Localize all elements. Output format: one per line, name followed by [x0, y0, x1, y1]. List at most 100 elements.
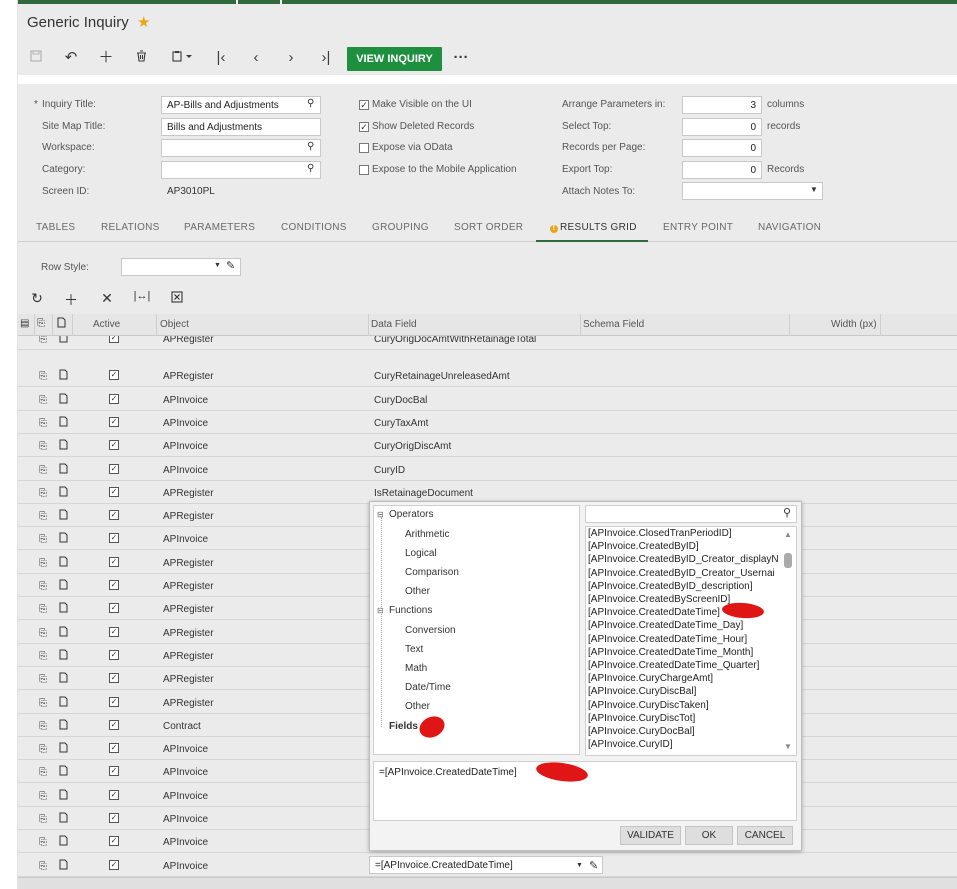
note-icon[interactable]: [59, 369, 68, 383]
export-excel-icon[interactable]: [168, 290, 186, 306]
expose-odata-checkbox[interactable]: [359, 143, 369, 153]
field-list-item[interactable]: [APInvoice.CuryDiscBal]: [588, 686, 696, 697]
export-top-input[interactable]: 0: [682, 161, 762, 179]
clipboard-icon[interactable]: [168, 48, 198, 68]
tree-node-other[interactable]: Other: [405, 586, 430, 597]
data-field-formula-input[interactable]: =[APInvoice.CreatedDateTime]: [369, 856, 603, 874]
row-selector-icon[interactable]: ▤: [20, 318, 29, 329]
previous-record-icon[interactable]: ‹: [245, 48, 267, 68]
table-row[interactable]: ⎘ ✓ APInvoice CuryDocBal: [18, 388, 957, 411]
attachment-icon[interactable]: ⎘: [39, 511, 47, 522]
attachment-icon[interactable]: ⎘: [39, 767, 47, 778]
tree-node-logical[interactable]: Logical: [405, 548, 437, 559]
note-icon[interactable]: [59, 602, 68, 616]
note-icon[interactable]: [59, 789, 68, 803]
active-checkbox[interactable]: ✓: [109, 650, 119, 660]
fit-width-icon[interactable]: |↔|: [133, 290, 151, 302]
active-checkbox[interactable]: ✓: [109, 813, 119, 823]
tab-conditions[interactable]: CONDITIONS: [281, 222, 347, 233]
expose-mobile-checkbox[interactable]: [359, 165, 369, 175]
attachment-icon[interactable]: ⎘: [39, 336, 47, 345]
field-search-input[interactable]: [585, 505, 797, 523]
field-list-item[interactable]: [APInvoice.CreatedDateTime_Day]: [588, 620, 743, 631]
tree-node-comparison[interactable]: Comparison: [405, 567, 459, 578]
active-checkbox[interactable]: ✓: [109, 464, 119, 474]
validate-button[interactable]: VALIDATE: [620, 826, 681, 845]
more-options-icon[interactable]: ···: [450, 48, 472, 68]
make-visible-checkbox[interactable]: ✓: [359, 100, 369, 110]
active-checkbox[interactable]: ✓: [109, 533, 119, 543]
table-row[interactable]: ⎘ ✓ APInvoice =[APInvoice.CreatedDateTime] ▼…: [18, 854, 957, 877]
note-icon[interactable]: [59, 509, 68, 523]
note-icon[interactable]: [59, 556, 68, 570]
field-list-item[interactable]: [APInvoice.CreatedDateTime]: [588, 607, 720, 618]
active-checkbox[interactable]: ✓: [109, 673, 119, 683]
field-list-item[interactable]: [APInvoice.CuryDiscTot]: [588, 713, 695, 724]
tree-node-conversion[interactable]: Conversion: [405, 625, 456, 636]
tree-node-functions[interactable]: Functions: [389, 605, 432, 616]
schema-field-column-header[interactable]: Schema Field: [583, 319, 644, 330]
delete-row-icon[interactable]: ✕: [98, 290, 116, 307]
note-icon[interactable]: [59, 696, 68, 710]
attachment-icon[interactable]: ⎘: [39, 395, 47, 406]
active-checkbox[interactable]: ✓: [109, 440, 119, 450]
table-row[interactable]: ⎘ ✓ APRegister CuryOrigDocAmtWithRetainageT…: [18, 336, 957, 350]
tab-parameters[interactable]: PARAMETERS: [184, 222, 255, 233]
attachment-icon[interactable]: ⎘: [39, 371, 47, 382]
active-checkbox[interactable]: ✓: [109, 743, 119, 753]
attachment-icon[interactable]: ⎘: [39, 698, 47, 709]
save-icon[interactable]: [25, 48, 47, 68]
note-icon[interactable]: [59, 672, 68, 686]
tab-grouping[interactable]: GROUPING: [372, 222, 429, 233]
field-list-item[interactable]: [APInvoice.CreatedByID_description]: [588, 581, 753, 592]
search-icon[interactable]: ⚲: [783, 506, 791, 519]
note-icon[interactable]: [59, 439, 68, 453]
chevron-down-icon[interactable]: ▼: [576, 862, 583, 869]
note-icon[interactable]: [59, 532, 68, 546]
attachment-icon[interactable]: ⎘: [39, 465, 47, 476]
field-list-item[interactable]: [APInvoice.CreatedByScreenID]: [588, 594, 730, 605]
row-style-select[interactable]: [121, 258, 241, 276]
field-list-item[interactable]: [APInvoice.CreatedDateTime_Month]: [588, 647, 753, 658]
add-row-icon[interactable]: ＋: [62, 290, 80, 310]
active-checkbox[interactable]: ✓: [109, 557, 119, 567]
field-list-item[interactable]: [APInvoice.CuryDocBal]: [588, 726, 695, 737]
active-checkbox[interactable]: ✓: [109, 370, 119, 380]
show-deleted-checkbox[interactable]: ✓: [359, 122, 369, 132]
attachment-icon[interactable]: ⎘: [39, 581, 47, 592]
active-column-header[interactable]: Active: [93, 319, 120, 330]
tab-navigation[interactable]: NAVIGATION: [758, 222, 821, 233]
category-input[interactable]: [161, 161, 321, 179]
table-row[interactable]: ⎘ ✓ APInvoice CuryOrigDiscAmt: [18, 434, 957, 457]
search-icon[interactable]: ⚲: [307, 141, 314, 152]
active-checkbox[interactable]: ✓: [109, 766, 119, 776]
attachment-icon[interactable]: ⎘: [39, 814, 47, 825]
field-list-item[interactable]: [APInvoice.CreatedByID_Creator_Usernai: [588, 568, 775, 579]
field-list-item[interactable]: [APInvoice.CreatedByID_Creator_displayN: [588, 554, 779, 565]
last-record-icon[interactable]: ›|: [315, 48, 337, 68]
bottom-scrollbar[interactable]: [18, 877, 957, 889]
note-icon[interactable]: [59, 463, 68, 477]
active-checkbox[interactable]: ✓: [109, 836, 119, 846]
attachment-icon[interactable]: ⎘: [39, 488, 47, 499]
edit-pencil-icon[interactable]: ✎: [226, 259, 235, 272]
note-icon[interactable]: [59, 859, 68, 873]
attachment-icon[interactable]: ⎘: [39, 791, 47, 802]
attachment-icon[interactable]: ⎘: [39, 721, 47, 732]
active-checkbox[interactable]: ✓: [109, 860, 119, 870]
attachment-icon[interactable]: ⎘: [39, 861, 47, 872]
scroll-up-icon[interactable]: ▲: [784, 530, 792, 539]
attachment-icon[interactable]: ⎘: [39, 837, 47, 848]
sitemap-title-input[interactable]: Bills and Adjustments: [161, 118, 321, 136]
active-checkbox[interactable]: ✓: [109, 510, 119, 520]
workspace-input[interactable]: [161, 139, 321, 157]
field-list-item[interactable]: [APInvoice.ClosedTranPeriodID]: [588, 528, 732, 539]
records-per-page-input[interactable]: 0: [682, 139, 762, 157]
active-checkbox[interactable]: ✓: [109, 487, 119, 497]
tab-results-grid[interactable]: ! RESULTS GRID: [550, 222, 637, 233]
ok-button[interactable]: OK: [685, 826, 733, 845]
note-icon[interactable]: [59, 765, 68, 779]
note-icon[interactable]: [59, 649, 68, 663]
object-column-header[interactable]: Object: [160, 319, 189, 330]
search-icon[interactable]: ⚲: [307, 98, 314, 109]
